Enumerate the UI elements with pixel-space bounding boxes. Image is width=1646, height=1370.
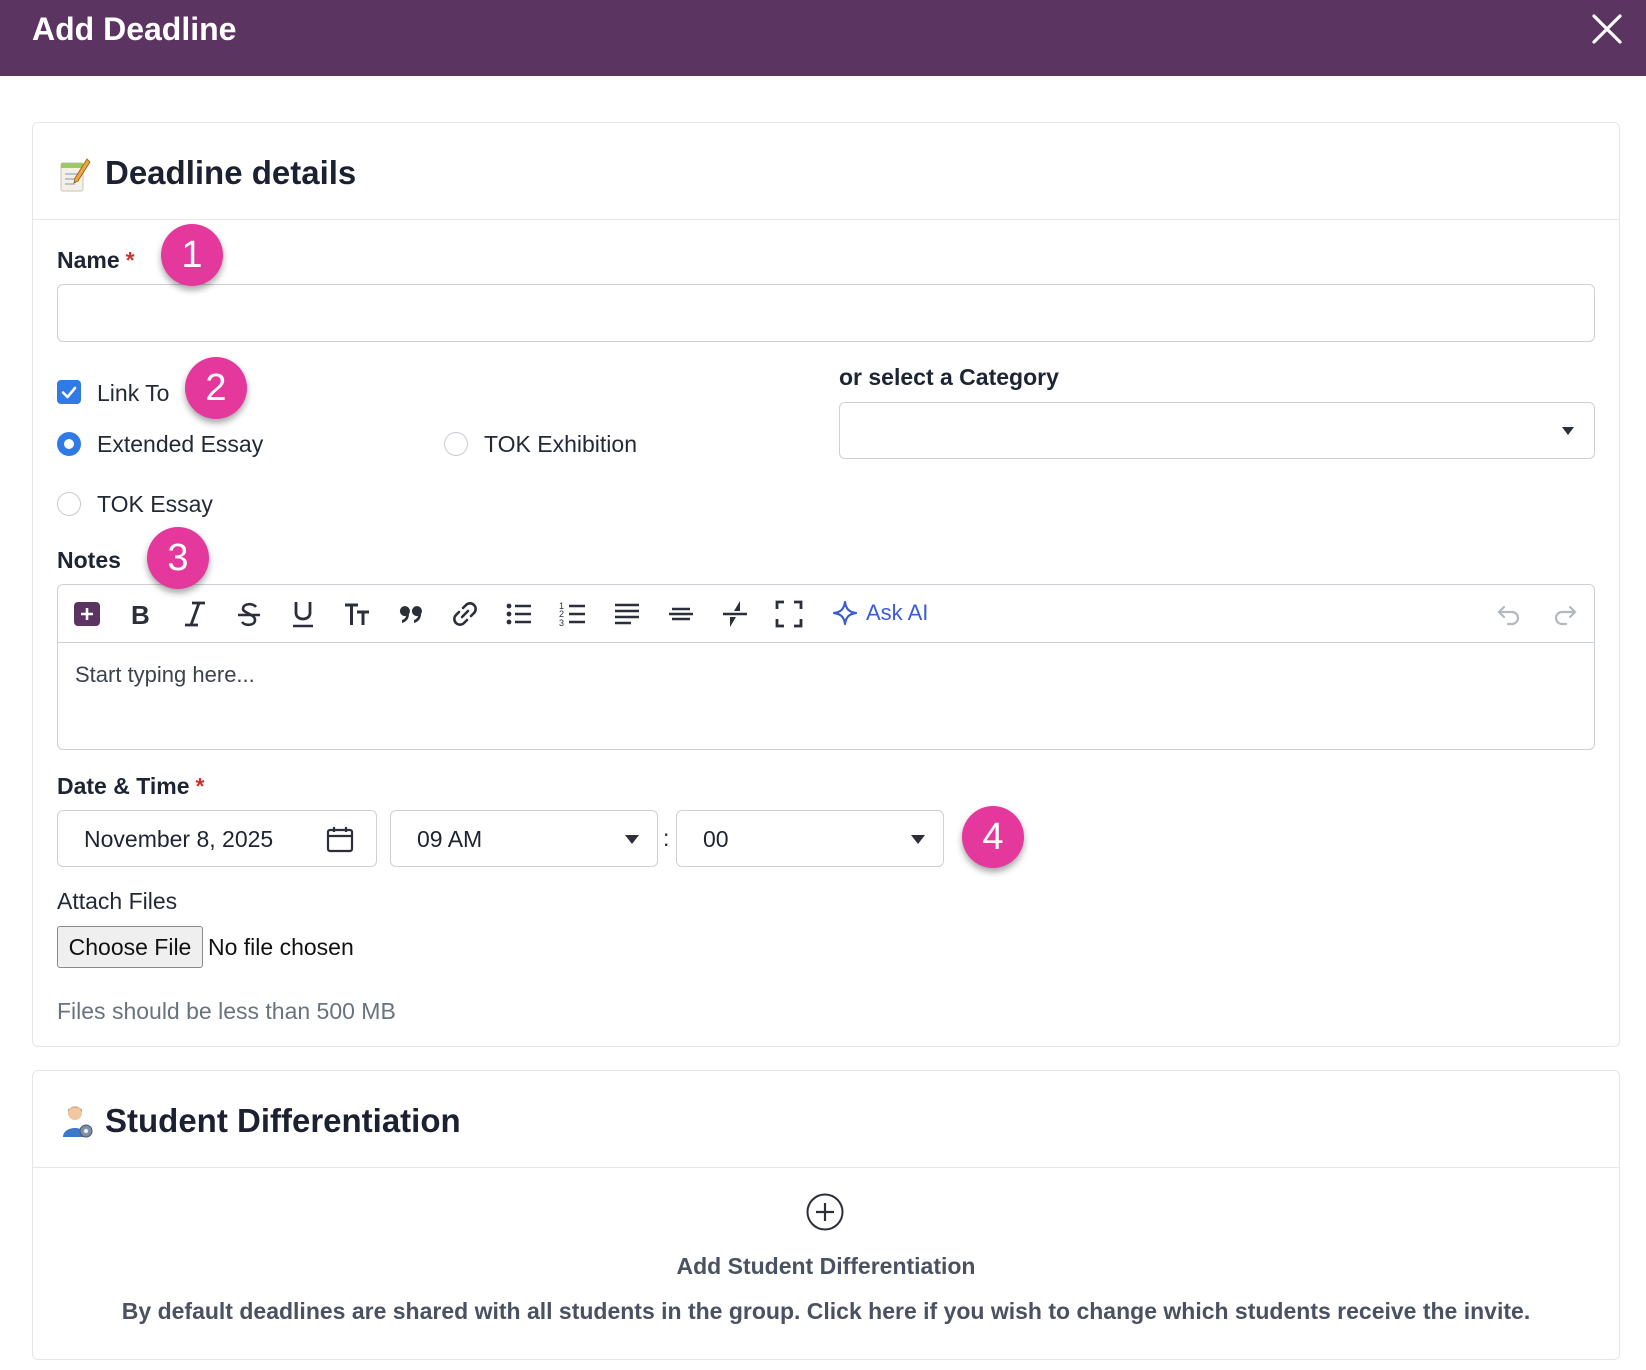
option-extended-essay[interactable]: Extended Essay — [97, 430, 263, 458]
notes-editor: B 123 Ask AI Start typing here... — [57, 584, 1595, 750]
add-differentiation-area[interactable]: Add Student Differentiation By default d… — [33, 1168, 1619, 1358]
radio-tok-exhibition[interactable] — [444, 432, 468, 456]
datetime-label: Date & Time * — [57, 772, 204, 800]
notes-label: Notes — [57, 547, 121, 573]
horizontal-rule-icon[interactable] — [666, 599, 696, 629]
name-input[interactable] — [57, 284, 1595, 342]
fullscreen-icon[interactable] — [774, 599, 804, 629]
redo-icon[interactable] — [1550, 599, 1580, 629]
date-input[interactable]: November 8, 2025 — [57, 810, 377, 867]
plus-circle-icon[interactable] — [805, 1192, 845, 1232]
student-differentiation-card: Student Differentiation Add Student Diff… — [32, 1070, 1620, 1360]
choose-file-button[interactable]: Choose File — [57, 926, 203, 968]
modal-header: Add Deadline — [0, 0, 1646, 76]
annotation-badge-3: 3 — [147, 527, 209, 589]
hour-select[interactable]: 09 AM — [390, 810, 658, 867]
hour-value: 09 AM — [417, 826, 483, 852]
add-differentiation-label[interactable]: Add Student Differentiation — [33, 1252, 1619, 1280]
minute-value: 00 — [703, 826, 729, 852]
notes-textarea[interactable]: Start typing here... — [75, 661, 255, 689]
svg-text:B: B — [131, 600, 150, 629]
text-size-icon[interactable] — [342, 599, 372, 629]
differentiation-description: By default deadlines are shared with all… — [121, 1298, 1531, 1324]
bullet-list-icon[interactable] — [504, 599, 534, 629]
option-tok-essay[interactable]: TOK Essay — [97, 490, 213, 518]
link-to-label: Link To — [97, 380, 170, 406]
time-separator: : — [663, 825, 670, 851]
undo-icon[interactable] — [1494, 599, 1524, 629]
no-file-chosen: No file chosen — [208, 934, 354, 960]
student-settings-icon — [63, 1106, 93, 1138]
modal-title: Add Deadline — [32, 11, 237, 47]
date-value: November 8, 2025 — [84, 826, 274, 852]
italic-icon[interactable] — [180, 599, 210, 629]
collapse-icon[interactable] — [720, 599, 750, 629]
required-mark: * — [195, 773, 205, 799]
calendar-icon[interactable] — [326, 825, 354, 853]
name-label: Name * — [57, 246, 135, 274]
editor-toolbar: B 123 Ask AI — [58, 585, 1594, 643]
radio-tok-essay[interactable] — [57, 492, 81, 516]
close-icon[interactable] — [1590, 12, 1624, 46]
insert-block-icon[interactable] — [72, 599, 102, 629]
align-icon[interactable] — [612, 599, 642, 629]
checkmark-icon — [61, 386, 77, 399]
annotation-badge-2: 2 — [185, 357, 247, 419]
numbered-list-icon[interactable]: 123 — [558, 599, 588, 629]
option-tok-exhibition[interactable]: TOK Exhibition — [484, 430, 637, 458]
annotation-badge-4: 4 — [962, 806, 1024, 868]
required-mark: * — [125, 247, 135, 273]
quote-icon[interactable] — [396, 599, 426, 629]
annotation-badge-1: 1 — [161, 224, 223, 286]
sparkle-icon[interactable] — [832, 600, 858, 626]
bold-icon[interactable]: B — [126, 599, 156, 629]
category-select[interactable] — [839, 402, 1595, 459]
card-title: Student Differentiation — [105, 1102, 461, 1139]
strikethrough-icon[interactable] — [234, 599, 264, 629]
chevron-down-icon — [1562, 427, 1574, 435]
radio-extended-essay[interactable] — [57, 432, 81, 456]
svg-text:3: 3 — [559, 618, 564, 628]
underline-icon[interactable] — [288, 599, 318, 629]
name-label-text: Name — [57, 247, 120, 273]
memo-icon — [60, 158, 91, 192]
file-size-hint: Files should be less than 500 MB — [57, 998, 396, 1024]
category-label: or select a Category — [839, 364, 1059, 390]
minute-select[interactable]: 00 — [676, 810, 944, 867]
chevron-down-icon — [625, 835, 639, 844]
link-to-checkbox[interactable] — [57, 380, 81, 404]
link-icon[interactable] — [450, 599, 480, 629]
card-header: Deadline details — [33, 123, 1619, 220]
datetime-label-text: Date & Time — [57, 773, 190, 799]
card-title: Deadline details — [105, 154, 357, 191]
card-header: Student Differentiation — [33, 1071, 1619, 1168]
chevron-down-icon — [911, 835, 925, 844]
ask-ai-button[interactable]: Ask AI — [866, 599, 928, 627]
attach-files-label: Attach Files — [57, 888, 178, 914]
